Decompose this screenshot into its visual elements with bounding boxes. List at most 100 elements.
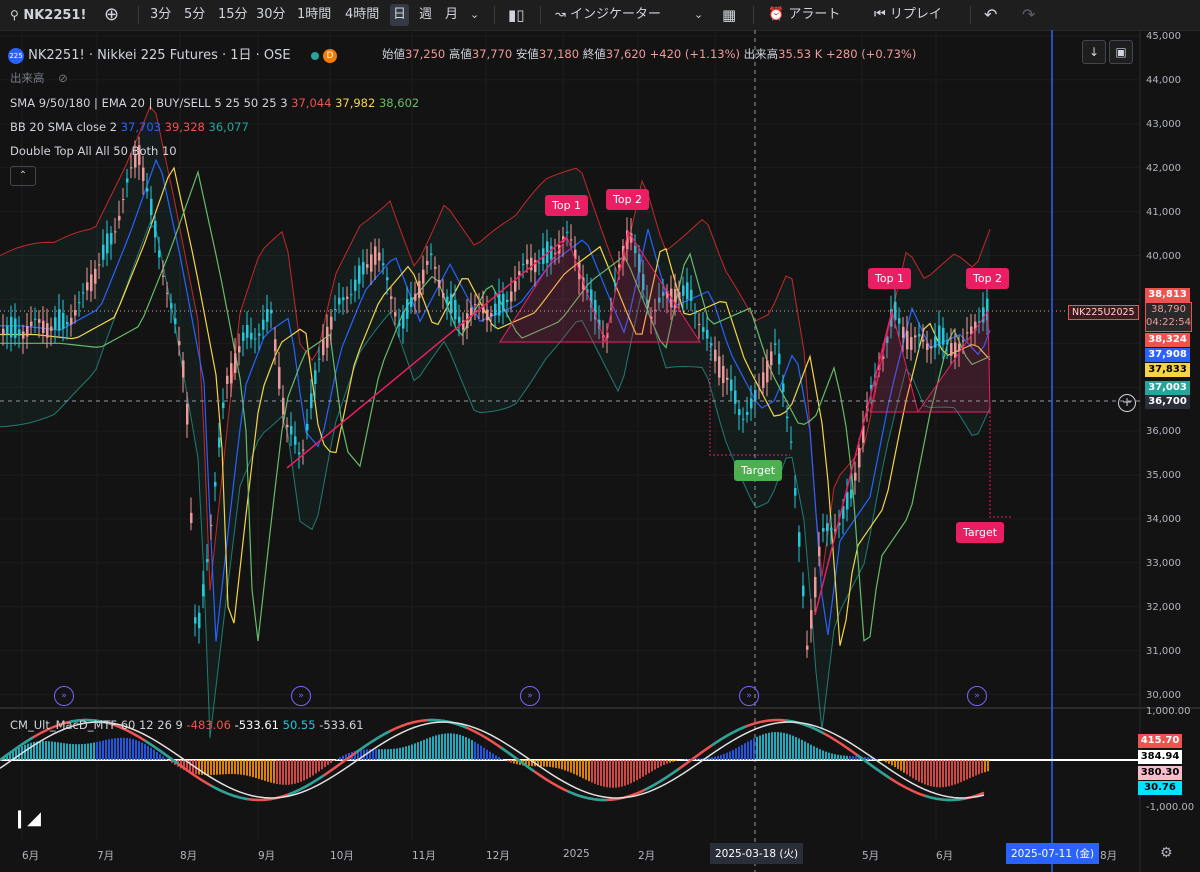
interval-1h[interactable]: 1時間 [297, 0, 331, 30]
candle-body [914, 335, 917, 338]
macd-histogram-bar [552, 760, 554, 768]
macd-histogram-bar [588, 760, 590, 782]
macd-histogram-bar [765, 733, 767, 760]
candle-body [830, 527, 833, 531]
chart-canvas[interactable] [0, 30, 1200, 872]
divider [494, 6, 495, 24]
event-icon[interactable]: » [739, 686, 759, 706]
macd-histogram-bar [897, 760, 899, 769]
chevron-down-icon[interactable]: ⌄ [470, 0, 479, 30]
candle-body [302, 449, 305, 451]
price-axis-label: 42,000 [1146, 162, 1181, 174]
interval-15m[interactable]: 15分 [218, 0, 248, 30]
time-axis-label: 12月 [486, 850, 510, 862]
symbol-title[interactable]: NK2251! · Nikkei 225 Futures · 1日 · OSE [28, 48, 291, 63]
macd-histogram-bar [213, 760, 215, 775]
candle-body [330, 316, 333, 330]
candle-body [166, 292, 169, 294]
macd-histogram-bar [321, 760, 323, 770]
redo-icon[interactable]: ↷ [1022, 0, 1035, 30]
candle-style-icon[interactable]: ▮▯ [508, 0, 525, 30]
interval-1mo[interactable]: 月 [445, 0, 458, 30]
macd-histogram-bar [729, 751, 731, 760]
chevron-down-icon[interactable]: ⌄ [694, 0, 703, 30]
candle-body [970, 326, 973, 334]
candle-body [118, 215, 121, 221]
macd-histogram-bar [717, 755, 719, 760]
macd-histogram-bar [324, 760, 326, 768]
interval-1d[interactable]: 日 [390, 4, 410, 26]
undo-icon[interactable]: ↶ [984, 0, 997, 30]
event-icon[interactable]: » [967, 686, 987, 706]
collapse-legend-button[interactable]: ⌃ [10, 166, 36, 186]
event-icon[interactable]: » [520, 686, 540, 706]
macd-histogram-bar [99, 741, 101, 760]
macd-histogram-bar [663, 760, 665, 765]
macd-histogram-bar [573, 760, 575, 774]
indicators-button[interactable]: ↝ インジケーター [555, 0, 661, 30]
macd-histogram-bar [885, 760, 887, 763]
macd-histogram-bar [711, 757, 713, 760]
top1-label: Top 1 [545, 195, 589, 216]
compare-add-icon[interactable]: ⊕ [104, 0, 119, 30]
fullscreen-icon[interactable]: ▣ [1109, 40, 1133, 64]
double-top-legend[interactable]: Double Top All All 50 Both 10 [10, 144, 177, 158]
macd-histogram-bar [633, 760, 635, 782]
candle-body [182, 360, 185, 378]
interval-5m[interactable]: 5分 [184, 0, 205, 30]
macd-histogram-bar [927, 760, 929, 786]
event-icon[interactable]: » [291, 686, 311, 706]
macd-histogram-bar [393, 748, 395, 760]
volume-row[interactable]: 出来高 ⊘ [10, 70, 68, 86]
price-axis-label: 36,000 [1146, 426, 1181, 438]
interval-4h[interactable]: 4時間 [345, 0, 379, 30]
candle-body [226, 375, 229, 384]
macd-histogram-bar [882, 760, 884, 762]
layout-grid-icon[interactable]: ▦ [722, 0, 736, 30]
candle-body [374, 246, 377, 265]
candle-body [70, 317, 73, 325]
target-label: Target [734, 460, 783, 481]
replay-button[interactable]: ⏮ リプレイ [874, 0, 942, 30]
macd-legend[interactable]: CM_Ult_MacD_MTF 60 12 26 9 -483.06 -533.… [10, 718, 364, 732]
interval-3m[interactable]: 3分 [150, 0, 171, 30]
macd-histogram-bar [810, 744, 812, 760]
download-arrow-icon[interactable]: ↓ [1082, 40, 1106, 64]
price-axis-label: 43,000 [1146, 118, 1181, 130]
macd-histogram-bar [69, 743, 71, 760]
candle-body [30, 321, 33, 327]
top2-label: Top 2 [966, 268, 1010, 289]
candle-body [938, 325, 941, 347]
rewind-icon: ⏮ [874, 7, 886, 22]
macd-histogram-bar [411, 744, 413, 760]
eye-hidden-icon[interactable]: ⊘ [58, 71, 68, 85]
sma-legend[interactable]: SMA 9/50/180 | EMA 20 | BUY/SELL 5 25 50… [10, 96, 419, 110]
candle-body [78, 302, 81, 304]
bb-legend[interactable]: BB 20 SMA close 2 37,703 39,328 36,077 [10, 120, 249, 134]
candle-body [270, 309, 273, 314]
macd-histogram-bar [426, 738, 428, 760]
candle-body [522, 263, 525, 265]
candle-body [694, 312, 697, 314]
alert-button[interactable]: ⏰ アラート [768, 0, 840, 30]
event-icon[interactable]: » [54, 686, 74, 706]
candle-body [306, 423, 309, 431]
macd-histogram-bar [420, 741, 422, 760]
candle-body [490, 313, 493, 317]
macd-histogram-bar [987, 760, 989, 772]
search-icon: ⚲ [10, 8, 19, 22]
symbol-search[interactable]: ⚲ NK2251! [10, 0, 86, 30]
interval-1w[interactable]: 週 [419, 0, 432, 30]
add-alert-icon[interactable]: + [1118, 394, 1136, 412]
tradingview-logo[interactable]: ❙◢ [12, 808, 41, 829]
macd-histogram-bar [87, 743, 89, 760]
top-toolbar: ⚲ NK2251! ⊕ 3分 5分 15分 30分 1時間 4時間 日 週 月 … [0, 0, 1200, 31]
candle-body [174, 318, 177, 325]
settings-gear-icon[interactable]: ⚙ [1160, 845, 1173, 861]
time-axis-label: 5月 [862, 850, 880, 862]
candle-body [686, 282, 689, 300]
candle-body [358, 265, 361, 284]
candle-body [394, 312, 397, 317]
interval-30m[interactable]: 30分 [256, 0, 286, 30]
macd-histogram-bar [687, 759, 689, 760]
